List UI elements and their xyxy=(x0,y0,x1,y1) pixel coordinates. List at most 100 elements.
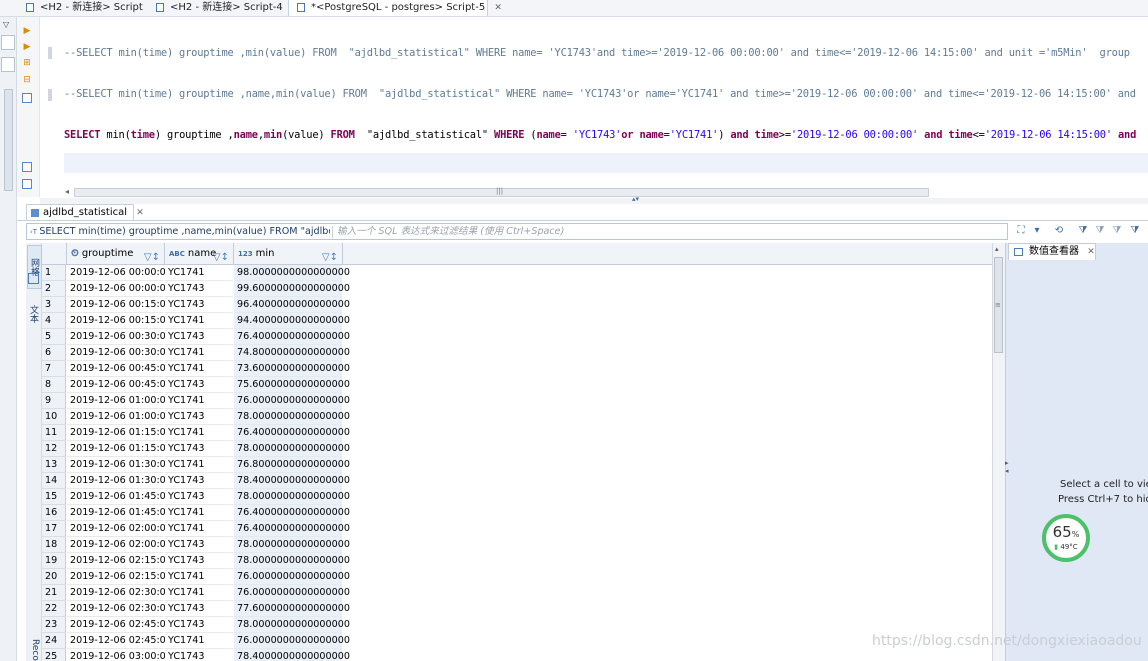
row-number[interactable]: 25 xyxy=(42,649,66,661)
table-row[interactable]: 10 2019-12-06 01:00:00 YC1743 78.0000000000… xyxy=(42,409,992,425)
cell-grouptime[interactable]: 2019-12-06 03:00:00 xyxy=(67,649,172,661)
row-number[interactable]: 24 xyxy=(42,633,66,649)
cell-name[interactable]: YC1741 xyxy=(165,505,233,521)
cell-grouptime[interactable]: 2019-12-06 01:00:00 xyxy=(67,409,172,425)
column-header-min[interactable]: 123 min ▽↕ xyxy=(234,243,343,264)
refresh-icon[interactable]: ⟲ xyxy=(1052,224,1066,238)
table-row[interactable]: 9 2019-12-06 01:00:00 YC1741 76.00000000000… xyxy=(42,393,992,409)
cell-grouptime[interactable]: 2019-12-06 01:45:00 xyxy=(67,505,172,521)
cell-grouptime[interactable]: 2019-12-06 00:00:00 xyxy=(67,265,172,281)
cell-grouptime[interactable]: 2019-12-06 00:30:00 xyxy=(67,345,172,361)
code-line-1[interactable]: --SELECT min(time) grouptime ,min(value)… xyxy=(64,46,1130,60)
cell-grouptime[interactable]: 2019-12-06 02:15:00 xyxy=(67,569,172,585)
table-row[interactable]: 5 2019-12-06 00:30:00 YC1743 76.40000000000… xyxy=(42,329,992,345)
cell-name[interactable]: YC1743 xyxy=(165,281,233,297)
cell-name[interactable]: YC1743 xyxy=(165,441,233,457)
table-row[interactable]: 25 2019-12-06 03:00:00 YC1743 78.4000000000… xyxy=(42,649,992,661)
table-row[interactable]: 1 2019-12-06 00:00:00 YC1741 98.00000000000… xyxy=(42,265,992,281)
chevron-down-icon[interactable]: ▾ xyxy=(1030,224,1044,238)
cell-min[interactable]: 76.4000000000000000 xyxy=(234,329,350,345)
cell-min[interactable]: 77.6000000000000000 xyxy=(234,601,350,617)
cell-min[interactable]: 75.6000000000000000 xyxy=(234,377,350,393)
cell-name[interactable]: YC1743 xyxy=(165,489,233,505)
row-number[interactable]: 11 xyxy=(42,425,66,441)
row-number[interactable]: 10 xyxy=(42,409,66,425)
table-row[interactable]: 22 2019-12-06 02:30:00 YC1743 77.6000000000… xyxy=(42,601,992,617)
cell-grouptime[interactable]: 2019-12-06 02:45:00 xyxy=(67,617,172,633)
cell-grouptime[interactable]: 2019-12-06 00:00:00 xyxy=(67,281,172,297)
cell-name[interactable]: YC1741 xyxy=(165,569,233,585)
table-row[interactable]: 23 2019-12-06 02:45:00 YC1743 78.0000000000… xyxy=(42,617,992,633)
row-number[interactable]: 2 xyxy=(42,281,66,297)
table-row[interactable]: 4 2019-12-06 00:15:00 YC1741 94.40000000000… xyxy=(42,313,992,329)
column-header-name[interactable]: ABC name ▽↕ xyxy=(165,243,234,264)
collapse-panel-icon[interactable]: ▸ ◂ xyxy=(1005,459,1009,475)
row-number[interactable]: 23 xyxy=(42,617,66,633)
panel-splitter[interactable]: ▴▾ xyxy=(40,195,1148,204)
cell-name[interactable]: YC1743 xyxy=(165,409,233,425)
chevron-down-icon[interactable]: ▽ xyxy=(3,20,9,29)
cell-name[interactable]: YC1741 xyxy=(165,345,233,361)
row-number[interactable]: 15 xyxy=(42,489,66,505)
cell-min[interactable]: 78.0000000000000000 xyxy=(234,441,350,457)
row-number[interactable]: 4 xyxy=(42,313,66,329)
cell-min[interactable]: 96.4000000000000000 xyxy=(234,297,350,313)
cell-min[interactable]: 94.4000000000000000 xyxy=(234,313,350,329)
cell-name[interactable]: YC1743 xyxy=(165,329,233,345)
table-row[interactable]: 8 2019-12-06 00:45:00 YC1743 75.60000000000… xyxy=(42,377,992,393)
row-number[interactable]: 3 xyxy=(42,297,66,313)
cell-min[interactable]: 78.4000000000000000 xyxy=(234,649,350,661)
collapse-arrows-icon[interactable]: ▴▾ xyxy=(632,195,639,203)
table-row[interactable]: 12 2019-12-06 01:15:00 YC1743 78.0000000000… xyxy=(42,441,992,457)
cell-grouptime[interactable]: 2019-12-06 00:15:00 xyxy=(67,297,172,313)
filter-input[interactable]: 输入一个 SQL 表达式来过滤结果 (使用 Ctrl+Space) xyxy=(337,225,564,239)
code-line-3[interactable]: SELECT min(time) grouptime ,name,min(val… xyxy=(64,128,1136,142)
row-number[interactable]: 6 xyxy=(42,345,66,361)
cell-grouptime[interactable]: 2019-12-06 02:15:00 xyxy=(67,553,172,569)
cell-name[interactable]: YC1741 xyxy=(165,633,233,649)
cell-min[interactable]: 76.4000000000000000 xyxy=(234,505,350,521)
save-script-icon[interactable] xyxy=(22,162,32,172)
code-line-2[interactable]: --SELECT min(time) grouptime ,name,min(v… xyxy=(64,87,1136,101)
cell-grouptime[interactable]: 2019-12-06 02:00:00 xyxy=(67,537,172,553)
table-row[interactable]: 14 2019-12-06 01:30:00 YC1743 78.4000000000… xyxy=(42,473,992,489)
column-header-grouptime[interactable]: ⏲ grouptime ▽↕ xyxy=(67,243,165,264)
table-row[interactable]: 19 2019-12-06 02:15:00 YC1743 78.0000000000… xyxy=(42,553,992,569)
cell-min[interactable]: 76.0000000000000000 xyxy=(234,585,350,601)
cell-name[interactable]: YC1741 xyxy=(165,361,233,377)
tab-record[interactable]: Record xyxy=(27,639,40,661)
cell-grouptime[interactable]: 2019-12-06 00:45:00 xyxy=(67,361,172,377)
row-number[interactable]: 19 xyxy=(42,553,66,569)
tab-text[interactable]: 文本 xyxy=(27,295,40,333)
row-number[interactable]: 7 xyxy=(42,361,66,377)
execute-statement-icon[interactable]: ▶ xyxy=(22,26,32,36)
cell-grouptime[interactable]: 2019-12-06 00:30:00 xyxy=(67,329,172,345)
cell-name[interactable]: YC1743 xyxy=(165,553,233,569)
cell-min[interactable]: 76.0000000000000000 xyxy=(234,569,350,585)
expand-icon[interactable]: ⛶ xyxy=(1014,224,1028,238)
cell-grouptime[interactable]: 2019-12-06 02:00:00 xyxy=(67,521,172,537)
close-icon[interactable]: ✕ xyxy=(136,208,144,218)
row-number[interactable]: 22 xyxy=(42,601,66,617)
cell-grouptime[interactable]: 2019-12-06 00:15:00 xyxy=(67,313,172,329)
export-script-icon[interactable] xyxy=(22,179,32,189)
cell-name[interactable]: YC1743 xyxy=(165,617,233,633)
cell-min[interactable]: 73.6000000000000000 xyxy=(234,361,350,377)
row-number[interactable]: 21 xyxy=(42,585,66,601)
table-row[interactable]: 24 2019-12-06 02:45:00 YC1741 76.0000000000… xyxy=(42,633,992,649)
cell-min[interactable]: 74.8000000000000000 xyxy=(234,345,350,361)
panel-toggle[interactable] xyxy=(1,35,15,50)
filter-history-icon[interactable]: ⧩ xyxy=(1110,224,1124,238)
close-icon[interactable]: ✕ xyxy=(494,3,502,13)
cell-name[interactable]: YC1741 xyxy=(165,457,233,473)
cell-min[interactable]: 78.0000000000000000 xyxy=(234,537,350,553)
row-number[interactable]: 16 xyxy=(42,505,66,521)
load-script-icon[interactable] xyxy=(22,93,32,103)
row-number[interactable]: 5 xyxy=(42,329,66,345)
cell-min[interactable]: 78.0000000000000000 xyxy=(234,553,350,569)
cell-grouptime[interactable]: 2019-12-06 01:30:00 xyxy=(67,457,172,473)
cell-grouptime[interactable]: 2019-12-06 02:45:00 xyxy=(67,633,172,649)
cell-min[interactable]: 98.0000000000000000 xyxy=(234,265,350,281)
cell-name[interactable]: YC1741 xyxy=(165,265,233,281)
cell-min[interactable]: 99.6000000000000000 xyxy=(234,281,350,297)
